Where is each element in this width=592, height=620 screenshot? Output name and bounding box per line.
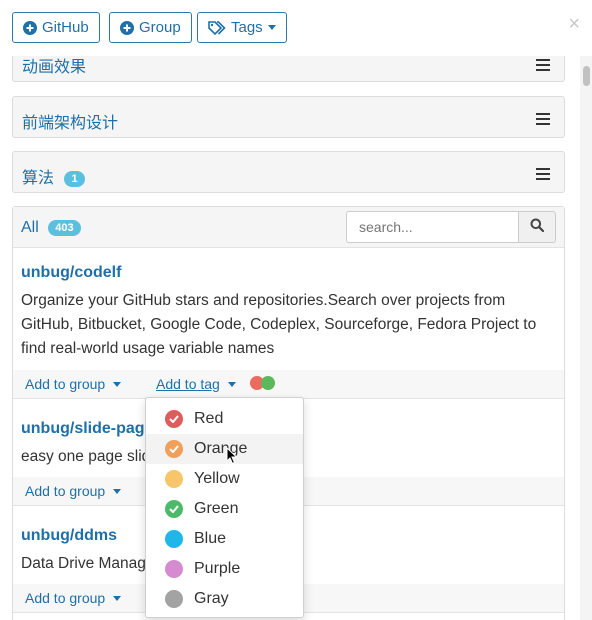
close-icon[interactable]: × [568,14,580,34]
check-circle-icon [165,440,183,458]
tags-button-label: Tags [231,19,263,36]
search-icon [530,218,545,237]
tags-icon [208,20,226,35]
group-title: 算法 [22,170,55,187]
tag-dot [261,376,275,390]
tag-option-label: Green [194,500,239,517]
tag-option-yellow[interactable]: Yellow [146,464,303,494]
repo-tag-dots [250,376,278,390]
menu-icon[interactable] [536,168,550,180]
tag-option-red[interactable]: Red [146,404,303,434]
repo-name-link[interactable]: unbug/slide-page [21,420,153,438]
mouse-cursor-icon [226,446,238,470]
add-to-tag-label: Add to tag [156,376,220,392]
search-input[interactable] [346,211,518,243]
toolbar: GitHub Group Tags × [0,0,592,56]
group-title[interactable]: 前端架构设计 [22,109,118,133]
search-button[interactable] [518,211,556,243]
tag-option-green[interactable]: Green [146,494,303,524]
group-count-badge: 1 [64,170,85,187]
add-to-group-dropdown[interactable]: Add to group [25,590,122,606]
group-button[interactable]: Group [109,12,192,43]
scrollbar-thumb[interactable] [583,66,590,86]
all-title: All [21,219,39,236]
circle-icon [165,530,183,548]
add-to-group-dropdown[interactable]: Add to group [25,483,122,499]
repo-name-link[interactable]: unbug/codelf [21,264,121,282]
circle-icon [165,560,183,578]
plus-circle-icon [120,20,134,35]
circle-icon [165,470,183,488]
group-panel-frontend-architecture[interactable]: 前端架构设计 [12,96,565,138]
plus-circle-icon [23,20,37,35]
tag-option-label: Blue [194,530,227,547]
tag-option-label: Red [194,410,224,427]
add-to-group-dropdown[interactable]: Add to group [25,376,122,392]
repo-description: Organize your GitHub stars and repositor… [21,292,537,357]
group-title[interactable]: 动画效果 [22,53,86,77]
tag-option-blue[interactable]: Blue [146,524,303,554]
tag-option-label: Yellow [194,470,240,487]
github-button-label: GitHub [42,19,89,36]
menu-icon[interactable] [536,59,550,71]
caret-down-icon [113,488,122,494]
add-to-group-label: Add to group [25,590,106,606]
all-count-badge: 403 [48,219,81,236]
caret-down-icon [227,381,236,387]
circle-icon [165,590,183,608]
tag-option-label: Orange [194,440,248,457]
caret-down-icon [113,595,122,601]
check-circle-icon [165,410,183,428]
repo-action-bar: Add to group Add to tag [13,370,564,398]
tag-option-orange[interactable]: Orange [146,434,303,464]
add-to-group-label: Add to group [25,483,106,499]
all-panel-header: All 403 [13,207,564,248]
tag-option-purple[interactable]: Purple [146,554,303,584]
github-button[interactable]: GitHub [12,12,100,43]
tag-option-label: Gray [194,590,229,607]
group-button-label: Group [139,19,181,36]
caret-down-icon [113,381,122,387]
caret-down-icon [267,25,276,30]
check-circle-icon [165,500,183,518]
all-title-row[interactable]: All 403 [21,219,81,237]
tag-option-label: Purple [194,560,241,577]
group-title-row[interactable]: 算法 1 [22,164,85,188]
add-to-tag-dropdown[interactable]: Add to tag [156,376,236,392]
repo-name-link[interactable]: unbug/ddms [21,527,117,545]
menu-icon[interactable] [536,113,550,125]
tag-option-gray[interactable]: Gray [146,584,303,614]
group-panel-algorithm[interactable]: 算法 1 [12,151,565,193]
scrollbar-track[interactable] [580,56,592,620]
tags-dropdown-button[interactable]: Tags [197,12,287,43]
tag-dropdown-menu: Red Orange Yellow Green Blue Purple Gray [145,397,304,618]
add-to-group-label: Add to group [25,376,106,392]
